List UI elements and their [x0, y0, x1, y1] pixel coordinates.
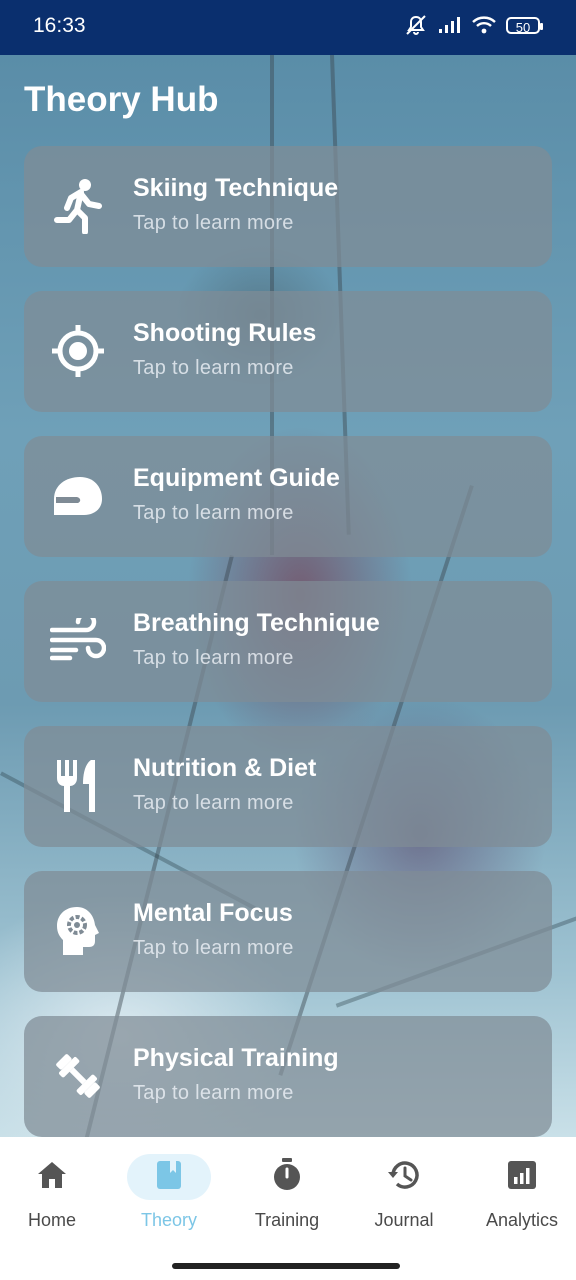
status-time: 16:33 [33, 14, 86, 37]
nav-label: Training [254, 1210, 320, 1230]
head-gear-icon [50, 903, 106, 959]
topic-subtitle: Tap to learn more [133, 1082, 294, 1104]
topic-subtitle: Tap to learn more [133, 502, 294, 524]
wind-icon [50, 613, 106, 669]
nav-item-training[interactable]: Training [229, 1151, 345, 1241]
topic-card-equipment-guide[interactable]: Equipment Guide Tap to learn more [24, 436, 552, 557]
helmet-icon [50, 468, 106, 524]
nav-label: Journal [374, 1210, 434, 1230]
nav-label: Analytics [485, 1210, 559, 1230]
nav-label: Home [27, 1210, 76, 1230]
analytics-icon [508, 1160, 536, 1194]
topic-subtitle: Tap to learn more [133, 792, 294, 814]
history-icon [387, 1159, 421, 1196]
nav-item-home[interactable]: Home [0, 1151, 110, 1241]
topic-card-shooting-rules[interactable]: Shooting Rules Tap to learn more [24, 291, 552, 412]
topic-subtitle: Tap to learn more [133, 647, 294, 669]
nav-pill [362, 1154, 446, 1200]
topic-card-mental-focus[interactable]: Mental Focus Tap to learn more [24, 871, 552, 992]
topic-title: Mental Focus [133, 899, 293, 927]
topic-list: Skiing Technique Tap to learn more Shoot… [24, 146, 552, 1161]
book-icon [156, 1160, 182, 1195]
dumbbell-icon [50, 1048, 106, 1104]
wifi-icon [472, 16, 496, 34]
status-icons: 50 [404, 14, 543, 36]
status-bar: 16:33 50 [0, 0, 576, 55]
topic-card-nutrition-diet[interactable]: Nutrition & Diet Tap to learn more [24, 726, 552, 847]
nav-pill [480, 1154, 564, 1200]
topic-title: Skiing Technique [133, 174, 339, 202]
nav-pill [10, 1154, 94, 1200]
mute-icon [404, 14, 428, 36]
nav-pill-active [127, 1154, 211, 1200]
nav-item-analytics[interactable]: Analytics [464, 1151, 576, 1241]
topic-title: Equipment Guide [133, 464, 340, 492]
nav-item-theory[interactable]: Theory [111, 1151, 227, 1241]
topic-card-physical-training[interactable]: Physical Training Tap to learn more [24, 1016, 552, 1137]
nav-label: Theory [140, 1210, 198, 1230]
topic-title: Breathing Technique [133, 609, 380, 637]
nav-item-journal[interactable]: Journal [346, 1151, 462, 1241]
signal-icon [438, 16, 462, 34]
running-icon [50, 178, 106, 234]
topic-subtitle: Tap to learn more [133, 212, 294, 234]
topic-subtitle: Tap to learn more [133, 357, 294, 379]
battery-icon: 50 [506, 16, 543, 35]
stopwatch-icon [272, 1157, 302, 1197]
gesture-bar[interactable] [172, 1263, 400, 1269]
home-icon [36, 1160, 68, 1195]
fork-knife-icon [50, 758, 106, 814]
topic-subtitle: Tap to learn more [133, 937, 294, 959]
target-icon [50, 323, 106, 379]
topic-title: Nutrition & Diet [133, 754, 317, 782]
topic-card-breathing-technique[interactable]: Breathing Technique Tap to learn more [24, 581, 552, 702]
nav-pill [245, 1154, 329, 1200]
bottom-navigation: Home Theory Training Journal Analytics [0, 1137, 576, 1280]
topic-title: Shooting Rules [133, 319, 317, 347]
page-title: Theory Hub [24, 80, 219, 119]
topic-card-skiing-technique[interactable]: Skiing Technique Tap to learn more [24, 146, 552, 267]
topic-title: Physical Training [133, 1044, 339, 1072]
